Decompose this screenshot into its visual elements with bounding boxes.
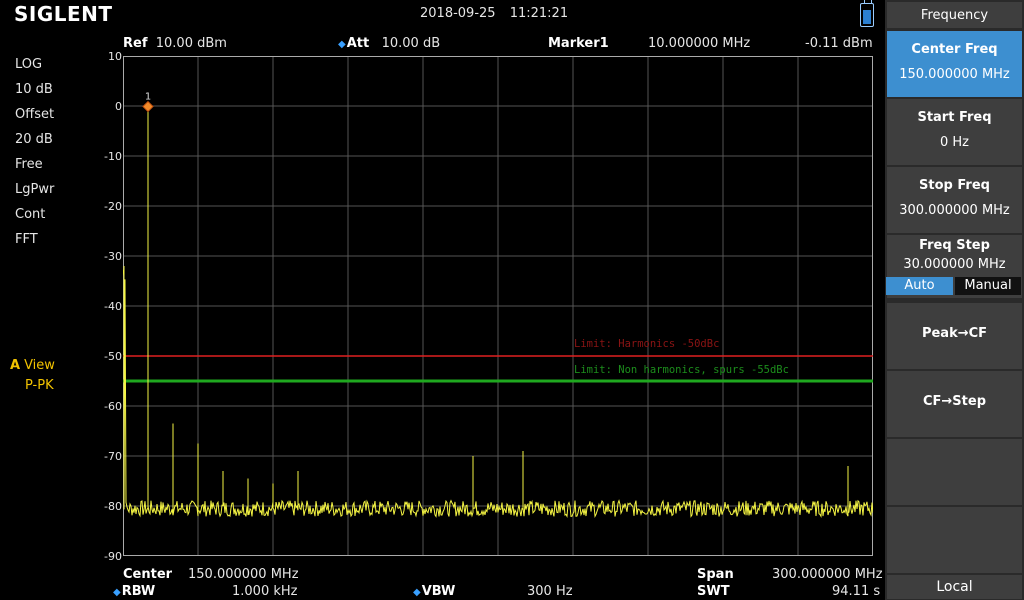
trigger-mode: Free xyxy=(15,157,43,172)
center-label: Center xyxy=(123,567,173,582)
usb-icon xyxy=(860,0,874,27)
offset-label: Offset xyxy=(15,107,55,122)
marker-1[interactable]: 1 xyxy=(142,92,154,113)
ref-level[interactable]: Ref 10.00 dBm xyxy=(123,36,227,51)
vbw-value: 300 Hz xyxy=(527,584,573,599)
y-tick: 10 xyxy=(108,50,122,63)
menu-title: Frequency xyxy=(887,2,1022,28)
datetime: 2018-09-25 11:21:21 xyxy=(420,6,578,21)
y-tick: -90 xyxy=(104,550,122,563)
left-settings: LOG 10 dB Offset 20 dB Free LgPwr Cont F… xyxy=(15,52,54,252)
center-value: 150.000000 MHz xyxy=(188,567,299,582)
span-value: 300.000000 MHz xyxy=(772,567,883,582)
y-tick: 0 xyxy=(115,100,122,113)
att-label: Att xyxy=(346,36,370,51)
offset-value: 20 dB xyxy=(15,132,53,147)
sweep-mode: Cont xyxy=(15,207,46,222)
diamond-icon: ◆ xyxy=(113,587,121,598)
vbw-label: ◆VBW xyxy=(413,584,456,599)
local-button[interactable]: Local xyxy=(887,575,1022,599)
marker-label: Marker1 xyxy=(548,36,609,51)
y-tick: -20 xyxy=(104,200,122,213)
siglent-logo: SIGLENT xyxy=(14,2,113,26)
start-freq-button[interactable]: Start Freq 0 Hz xyxy=(887,99,1022,165)
cf-to-step-button[interactable]: CF→Step xyxy=(887,371,1022,437)
marker-number: 1 xyxy=(145,92,151,103)
span-label: Span xyxy=(697,567,734,582)
y-tick: -70 xyxy=(104,450,122,463)
marker-freq: 10.000000 MHz xyxy=(648,36,751,51)
y-tick: -40 xyxy=(104,300,122,313)
rbw-value: 1.000 kHz xyxy=(232,584,298,599)
center-freq-button[interactable]: Center Freq 150.000000 MHz xyxy=(887,31,1022,97)
trace-mode: View xyxy=(24,358,55,373)
peak-to-cf-label: Peak→CF xyxy=(921,326,988,341)
ref-value: 10.00 dBm xyxy=(155,36,227,51)
start-freq-label: Start Freq xyxy=(917,110,992,125)
empty-softkey-8[interactable] xyxy=(887,507,1022,573)
y-tick: -80 xyxy=(104,500,122,513)
spectrum-display[interactable]: Limit: Harmonics -50dBc Limit: Non harmo… xyxy=(123,56,873,556)
y-tick: -50 xyxy=(104,350,122,363)
marker-diamond-icon xyxy=(142,100,154,113)
trace-info: A View P-PK xyxy=(10,356,55,396)
diamond-icon: ◆ xyxy=(338,39,346,50)
trace-id: A xyxy=(10,358,21,373)
freq-step-auto-toggle[interactable]: Auto xyxy=(886,277,953,295)
limit-label-harmonics: Limit: Harmonics -50dBc xyxy=(574,338,719,350)
rbw-label: ◆RBW xyxy=(113,584,156,599)
scale-div: 10 dB xyxy=(15,82,53,97)
start-freq-value: 0 Hz xyxy=(939,135,969,150)
marker-level: -0.11 dBm xyxy=(805,36,873,51)
y-tick: -60 xyxy=(104,400,122,413)
sweep-type: FFT xyxy=(15,232,38,247)
scale-type: LOG xyxy=(15,57,43,72)
stop-freq-button[interactable]: Stop Freq 300.000000 MHz xyxy=(887,167,1022,233)
freq-step-label: Freq Step xyxy=(919,238,990,253)
avg-type: LgPwr xyxy=(15,182,55,197)
swt-label: SWT xyxy=(697,584,730,599)
trace-detector: P-PK xyxy=(25,378,54,393)
stop-freq-value: 300.000000 MHz xyxy=(899,203,1010,218)
y-tick: -30 xyxy=(104,250,122,263)
att-value: 10.00 dB xyxy=(381,36,441,51)
swt-value: 94.11 s xyxy=(832,584,881,599)
center-freq-value: 150.000000 MHz xyxy=(899,67,1010,82)
limit-label-spurs: Limit: Non harmonics, spurs -55dBc xyxy=(574,364,789,376)
freq-step-value: 30.000000 MHz xyxy=(903,257,1006,272)
y-tick: -10 xyxy=(104,150,122,163)
date-text: 2018-09-25 xyxy=(420,6,496,21)
peak-to-cf-button[interactable]: Peak→CF xyxy=(887,303,1022,369)
time-text: 11:21:21 xyxy=(509,6,569,21)
attenuation[interactable]: ◆Att 10.00 dB xyxy=(338,36,440,51)
freq-step-manual-toggle[interactable]: Manual xyxy=(955,277,1021,295)
center-freq-label: Center Freq xyxy=(911,42,998,57)
ref-label: Ref xyxy=(123,36,148,51)
empty-softkey-7[interactable] xyxy=(887,439,1022,505)
stop-freq-label: Stop Freq xyxy=(919,178,990,193)
diamond-icon: ◆ xyxy=(413,587,421,598)
cf-to-step-label: CF→Step xyxy=(922,394,986,409)
